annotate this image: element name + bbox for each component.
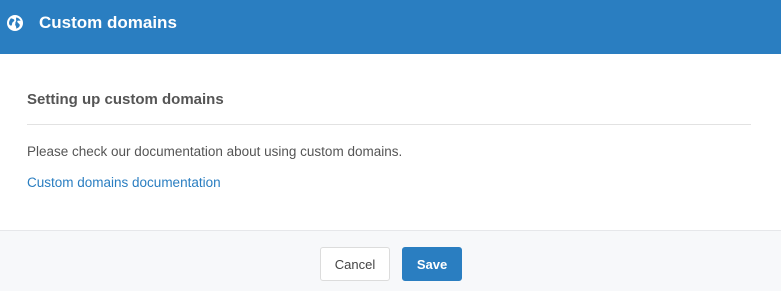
dialog-header: Custom domains bbox=[0, 0, 781, 54]
section-title: Setting up custom domains bbox=[27, 91, 224, 108]
custom-domains-dialog: Custom domains Setting up custom domains… bbox=[0, 0, 781, 291]
description-text: Please check our documentation about usi… bbox=[27, 144, 403, 159]
dialog-body: Setting up custom domains Please check o… bbox=[0, 54, 781, 230]
cancel-button[interactable]: Cancel bbox=[320, 247, 390, 281]
save-button[interactable]: Save bbox=[402, 247, 462, 281]
section-divider bbox=[27, 124, 751, 125]
documentation-link[interactable]: Custom domains documentation bbox=[27, 174, 221, 191]
globe-icon bbox=[6, 14, 24, 32]
dialog-footer: Cancel Save bbox=[0, 230, 781, 291]
dialog-title: Custom domains bbox=[39, 13, 177, 32]
